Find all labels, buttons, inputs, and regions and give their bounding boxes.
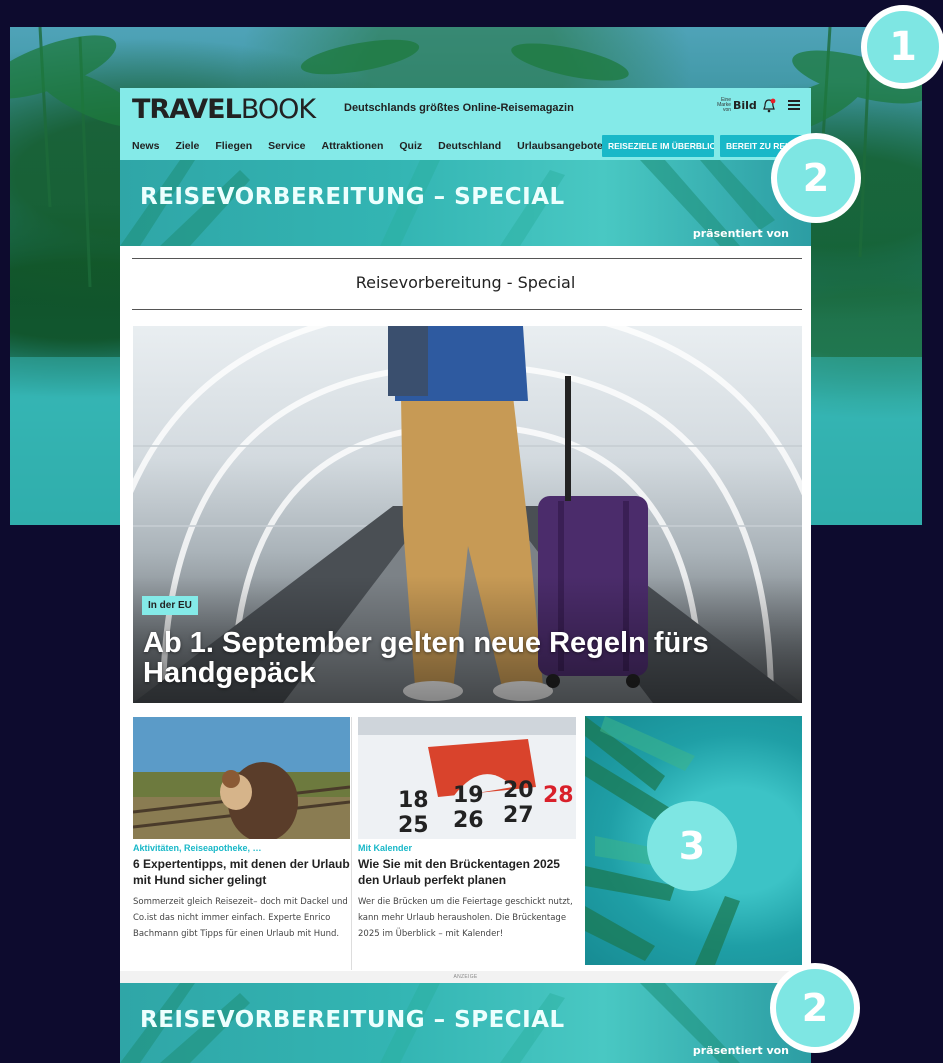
presented-by-label: präsentiert von <box>692 227 789 240</box>
svg-text:28: 28 <box>543 783 574 808</box>
special-banner-top[interactable]: REISEVORBEREITUNG – SPECIAL präsentiert … <box>120 160 811 246</box>
special-banner-title: REISEVORBEREITUNG – SPECIAL <box>140 184 565 210</box>
divider <box>132 258 802 259</box>
nav-item-attraktionen[interactable]: Attraktionen <box>322 140 384 152</box>
travelbook-logo[interactable]: TRAVEL BOOK <box>132 94 316 125</box>
site-tagline: Deutschlands größtes Online-Reisemagazin <box>344 102 574 114</box>
article-image-dog-travel <box>133 717 350 839</box>
article-card[interactable]: Aktivitäten, Reiseapotheke, … 6 Experten… <box>133 717 350 942</box>
step-badge-2: 2 <box>771 133 861 223</box>
hero-category-tag[interactable]: In der EU <box>142 596 198 615</box>
svg-text:25: 25 <box>398 813 429 838</box>
destinations-overview-button[interactable]: REISEZIELE IM ÜBERBLICK <box>602 135 714 157</box>
svg-text:26: 26 <box>453 808 484 833</box>
advertisement-label: ANZEIGE <box>120 971 811 983</box>
article-category[interactable]: Aktivitäten, Reiseapotheke, … <box>133 843 350 853</box>
special-banner-title: REISEVORBEREITUNG – SPECIAL <box>140 1007 565 1033</box>
section-heading: Reisevorbereitung - Special <box>355 273 576 292</box>
bell-icon[interactable] <box>762 98 776 114</box>
logo-light-text: BOOK <box>240 94 316 125</box>
article-title[interactable]: Wie Sie mit den Brückentagen 2025 den Ur… <box>358 856 576 888</box>
article-category[interactable]: Mit Kalender <box>358 843 576 853</box>
nav-item-urlaubsangebote[interactable]: Urlaubsangebote <box>517 140 603 152</box>
main-navigation: News Ziele Fliegen Service Attraktionen … <box>132 140 619 152</box>
nav-item-deutschland[interactable]: Deutschland <box>438 140 501 152</box>
bild-logo: Bild <box>733 99 757 112</box>
article-teaser: Sommerzeit gleich Reisezeit– doch mit Da… <box>133 897 348 939</box>
svg-text:19: 19 <box>453 783 484 808</box>
travelbook-page: TRAVEL BOOK Deutschlands größtes Online-R… <box>120 88 811 1063</box>
nav-item-news[interactable]: News <box>132 140 159 152</box>
hero-article[interactable]: In der EU Ab 1. September gelten neue Re… <box>133 326 802 703</box>
hero-headline[interactable]: Ab 1. September gelten neue Regeln fürs … <box>143 628 743 688</box>
site-header: TRAVEL BOOK Deutschlands größtes Online-R… <box>120 88 811 160</box>
article-title[interactable]: 6 Expertentipps, mit denen der Urlaub mi… <box>133 856 350 888</box>
nav-item-service[interactable]: Service <box>268 140 305 152</box>
presented-by-label: präsentiert von <box>692 1044 789 1057</box>
nav-item-quiz[interactable]: Quiz <box>399 140 422 152</box>
article-card[interactable]: 18 19 20 25 26 27 28 Mit Kalender Wie Sie mi… <box>358 717 576 942</box>
brand-small-text: Eine Marke von <box>717 97 731 113</box>
step-badge-1: 1 <box>861 5 943 89</box>
nav-item-ziele[interactable]: Ziele <box>175 140 199 152</box>
article-teaser: Wer die Brücken um die Feiertage geschic… <box>358 897 573 939</box>
special-banner-bottom[interactable]: REISEVORBEREITUNG – SPECIAL präsentiert … <box>120 983 811 1063</box>
svg-text:18: 18 <box>398 788 429 813</box>
article-image-calendar: 18 19 20 25 26 27 28 <box>358 717 576 839</box>
hamburger-menu-icon[interactable] <box>788 100 800 110</box>
bild-brand[interactable]: Eine Marke von Bild <box>717 98 757 113</box>
logo-bold-text: TRAVEL <box>132 94 242 125</box>
step-badge-2: 2 <box>770 963 860 1053</box>
column-divider <box>351 717 352 970</box>
divider <box>132 309 802 310</box>
svg-text:27: 27 <box>503 803 534 828</box>
nav-item-fliegen[interactable]: Fliegen <box>215 140 252 152</box>
svg-text:20: 20 <box>503 778 534 803</box>
step-badge-3: 3 <box>647 801 737 891</box>
